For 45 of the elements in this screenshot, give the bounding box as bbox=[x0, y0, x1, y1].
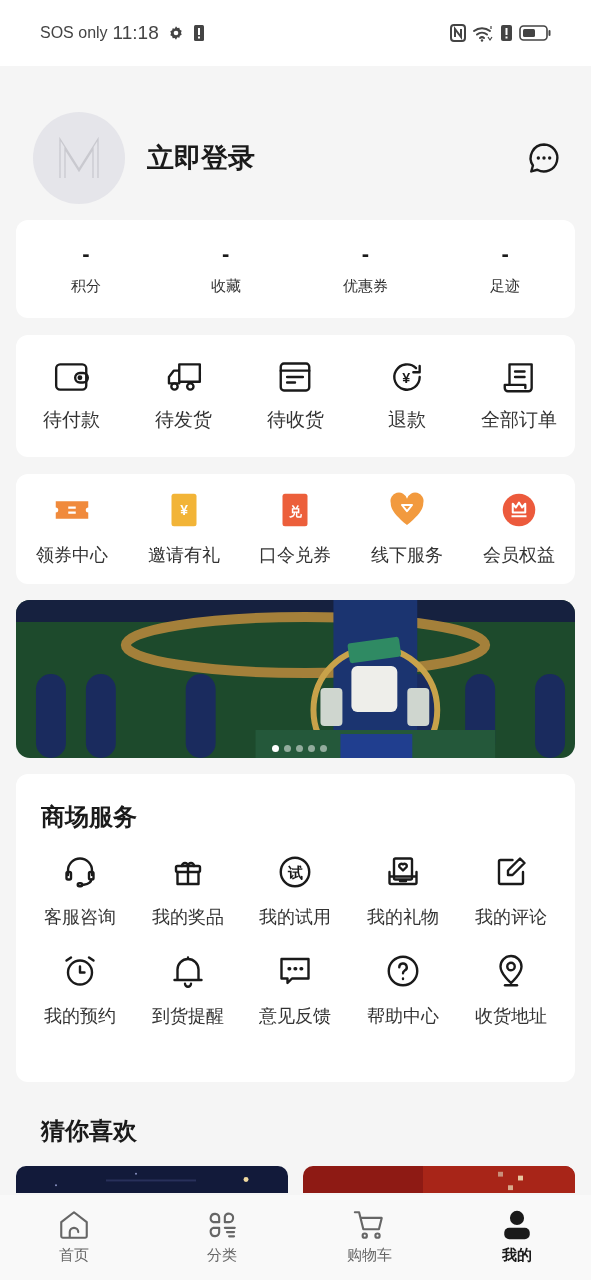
tab[interactable]: 首页 bbox=[0, 1208, 148, 1267]
stat-label[interactable]: 优惠券 bbox=[342, 274, 388, 298]
order-item[interactable]: 待收货 bbox=[239, 357, 352, 435]
order-item[interactable]: 全部订单 bbox=[463, 357, 575, 435]
sim-alert-icon bbox=[500, 24, 513, 42]
stat-value: - bbox=[82, 240, 90, 267]
service-item[interactable]: 收货地址 bbox=[457, 953, 565, 1030]
stat-value: - bbox=[221, 240, 230, 267]
battery-icon bbox=[519, 24, 551, 42]
nfc-icon bbox=[450, 24, 466, 42]
service-item[interactable]: 我的评论 bbox=[457, 854, 565, 931]
service-item[interactable]: 我的礼物 bbox=[349, 854, 458, 931]
service-item[interactable]: 客服咨询 bbox=[26, 854, 134, 931]
order-item[interactable]: 待付款 bbox=[16, 357, 128, 435]
service-item[interactable]: 试 我的试用 bbox=[241, 854, 350, 931]
service-item[interactable]: 我的预约 bbox=[26, 953, 134, 1030]
service-item[interactable]: 帮助中心 bbox=[349, 953, 458, 1030]
order-item[interactable]: 待发货 bbox=[127, 357, 240, 435]
carrier-text: SOS only bbox=[40, 23, 108, 43]
clock: 11:18 bbox=[112, 20, 159, 45]
section-title: 猜你喜欢 bbox=[41, 1116, 138, 1146]
stat-value: - bbox=[361, 240, 370, 267]
perk-item[interactable]: 领券中心 bbox=[16, 489, 128, 569]
tab[interactable]: 分类 bbox=[147, 1208, 296, 1267]
section-title: 商场服务 bbox=[41, 802, 138, 832]
wifi-icon bbox=[472, 24, 494, 42]
perk-item[interactable]: 兑 口令兑券 bbox=[239, 489, 352, 569]
tab[interactable]: 购物车 bbox=[295, 1208, 444, 1267]
login-link[interactable]: 立即登录 bbox=[147, 137, 255, 179]
service-item[interactable]: 意见反馈 bbox=[241, 953, 350, 1030]
perk-item[interactable]: 线下服务 bbox=[351, 489, 464, 569]
tab[interactable]: 我的 bbox=[443, 1208, 591, 1267]
stat-label[interactable]: 积分 bbox=[70, 274, 101, 298]
service-item[interactable]: 我的奖品 bbox=[133, 854, 242, 931]
sim-alert-icon bbox=[192, 24, 205, 42]
order-item[interactable]: ¥ 退款 bbox=[351, 357, 464, 435]
stat-label[interactable]: 收藏 bbox=[210, 274, 241, 298]
message-icon[interactable] bbox=[527, 141, 561, 175]
logo-icon bbox=[56, 135, 102, 181]
service-item[interactable]: 到货提醒 bbox=[133, 953, 242, 1030]
stat-label[interactable]: 足迹 bbox=[490, 274, 521, 298]
stat-value: - bbox=[501, 240, 509, 267]
settings-icon bbox=[167, 25, 184, 41]
perk-item[interactable]: 会员权益 bbox=[463, 489, 575, 569]
perk-item[interactable]: ¥ 邀请有礼 bbox=[127, 489, 240, 569]
